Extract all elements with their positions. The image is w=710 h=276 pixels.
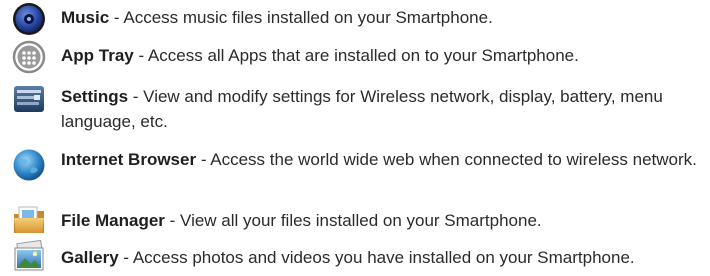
file-manager-icon: [12, 203, 46, 237]
item-description: Access photos and videos you have instal…: [132, 248, 635, 267]
item-name: File Manager: [61, 211, 165, 230]
app-description-list: Music - Access music files installed on …: [0, 0, 710, 276]
item-name: Gallery: [61, 248, 119, 267]
internet-browser-icon: [12, 148, 46, 182]
item-name: Music: [61, 8, 110, 27]
item-name: Internet Browser: [61, 150, 197, 169]
gallery-icon: [12, 240, 46, 274]
item-separator: -: [109, 8, 124, 27]
music-icon: [12, 2, 46, 36]
item-separator: -: [164, 211, 181, 230]
item-separator: -: [133, 46, 148, 65]
item-separator: -: [196, 150, 211, 169]
item-separator: -: [128, 87, 144, 106]
item-description: View all your files installed on your Sm…: [180, 211, 542, 230]
item-description: Access the world wide web when connected…: [210, 150, 697, 169]
item-name: Settings: [61, 87, 129, 106]
item-name: App Tray: [61, 46, 134, 65]
item-description: Access music files installed on your Sma…: [123, 8, 493, 27]
item-description: View and modify settings for Wireless ne…: [61, 87, 663, 131]
item-separator: -: [118, 248, 133, 267]
item-description: Access all Apps that are installed on to…: [147, 46, 579, 65]
app-tray-icon: [12, 40, 46, 74]
settings-icon: [12, 82, 46, 116]
